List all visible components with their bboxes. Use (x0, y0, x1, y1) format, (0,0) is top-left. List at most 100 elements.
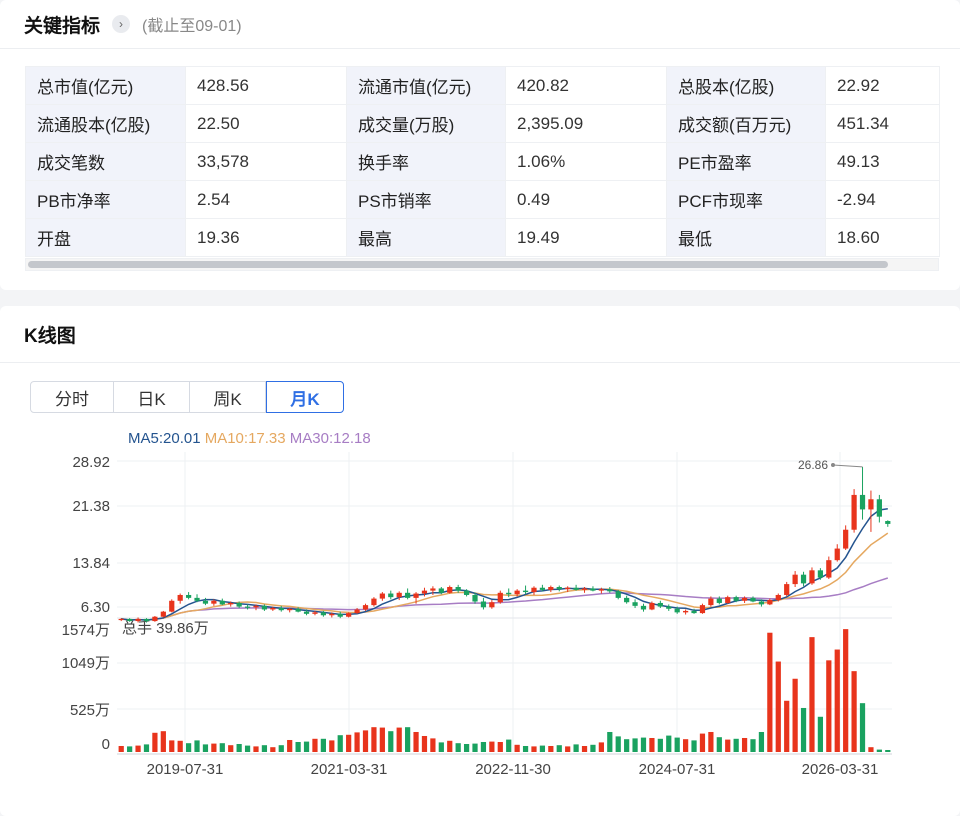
candle-body (303, 611, 310, 614)
indicator-label: 成交额(百万元) (666, 104, 826, 143)
volume-bar (649, 737, 655, 752)
volume-bar (565, 746, 571, 752)
candle-body (565, 587, 571, 590)
price-tick: 13.84 (72, 555, 110, 572)
volume-bar (463, 743, 470, 752)
volume-bar (725, 739, 731, 752)
volume-bar (632, 738, 638, 752)
volume-bar (177, 740, 183, 752)
candle-body (371, 598, 377, 606)
indicator-label: 开盘 (25, 218, 186, 257)
candle-body (851, 494, 857, 530)
volume-bar (228, 745, 234, 752)
indicator-label: PB市净率 (25, 180, 186, 219)
candle-body (480, 601, 487, 608)
volume-bar (303, 741, 310, 752)
volume-bar (792, 678, 798, 752)
volume-bar (379, 727, 385, 752)
volume-bar (447, 740, 453, 752)
as-of-date: (截止至09-01) (142, 18, 242, 35)
volume-bar (615, 736, 621, 752)
volume-bar (152, 732, 158, 752)
volume-bar (396, 727, 402, 752)
volume-bar (573, 744, 579, 752)
volume-bar (691, 740, 697, 752)
indicator-label: 最高 (346, 218, 506, 257)
x-tick: 2022-11-30 (475, 761, 551, 778)
candle-body (379, 593, 385, 599)
candle-body (691, 610, 697, 614)
candle-body (632, 602, 638, 606)
volume-bar (346, 734, 352, 752)
volume-bar (506, 739, 512, 752)
candle-body (405, 592, 411, 598)
volume-bar (143, 744, 150, 752)
volume-bar (708, 731, 714, 752)
volume-bar (497, 741, 503, 752)
indicator-label: 总市值(亿元) (25, 66, 186, 105)
indicator-value: 0.49 (505, 180, 667, 219)
volume-bar (371, 727, 377, 752)
volume-bar (202, 744, 209, 752)
volume-bar (741, 737, 748, 752)
candle-body (489, 602, 495, 608)
volume-bar (430, 738, 436, 752)
key-indicators-title: 关键指标 (24, 15, 101, 37)
volume-bar (775, 661, 781, 752)
price-tick: 21.38 (72, 498, 110, 515)
candle-body (531, 587, 537, 593)
volume-bar (337, 735, 343, 752)
indicators-table: 总市值(亿元) 428.56 流通市值(亿元) 420.82 总股本(亿股) 22.92 流… (25, 66, 940, 257)
indicator-value: 22.92 (825, 66, 940, 105)
indicator-value: 19.36 (185, 218, 347, 257)
volume-tick: 525万 (70, 702, 110, 719)
indicator-row: 成交笔数 33,578 换手率 1.06% PE市盈率 49.13 (25, 142, 940, 181)
volume-tick: 1049万 (62, 655, 110, 672)
indicator-label: 换手率 (346, 142, 506, 181)
candle-body (287, 608, 293, 611)
volume-bar (362, 730, 369, 752)
volume-bar (590, 744, 596, 752)
chevron-right-icon[interactable]: › (112, 15, 131, 33)
volume-bar (169, 740, 175, 752)
candle-body (346, 613, 352, 617)
candle-body (649, 602, 655, 610)
candle-body (767, 600, 773, 605)
candle-body (320, 612, 326, 616)
indicator-label: 成交笔数 (25, 142, 186, 181)
candle-body (792, 574, 798, 585)
candle-body (135, 618, 141, 622)
candle-body (826, 560, 832, 578)
candle-body (236, 602, 242, 607)
volume-bar (185, 743, 192, 752)
candle-body (539, 587, 546, 590)
volume-bar (699, 733, 706, 752)
volume-bar (354, 732, 360, 752)
candle-body (699, 605, 706, 614)
volume-bar (135, 745, 141, 752)
volume-bar (522, 745, 529, 752)
candle-body (615, 591, 621, 598)
indicator-value: 19.49 (505, 218, 667, 257)
volume-bar (834, 649, 840, 752)
volume-bar (750, 739, 756, 752)
x-tick: 2021-03-31 (311, 761, 388, 778)
candle-body (278, 608, 284, 611)
max-price-marker: 26.86 (798, 458, 828, 472)
candle-body (253, 605, 259, 608)
volume-bar (219, 743, 225, 752)
volume-bar (733, 738, 739, 752)
indicator-value: 22.50 (185, 104, 347, 143)
volume-tick: 0 (102, 736, 110, 753)
volume-bar (767, 632, 773, 752)
candle-body (843, 529, 849, 549)
volume-bar (236, 743, 242, 752)
candle-body (463, 590, 470, 595)
candle-body (725, 597, 731, 603)
table-scrollbar[interactable] (28, 261, 888, 268)
price-tick: 6.30 (81, 599, 110, 616)
volume-bar (826, 660, 832, 752)
candle-body (775, 594, 781, 601)
candle-body (270, 608, 276, 610)
kline-chart[interactable]: 28.92 21.38 13.84 6.30 1574万 1049万 525万 … (0, 306, 960, 816)
